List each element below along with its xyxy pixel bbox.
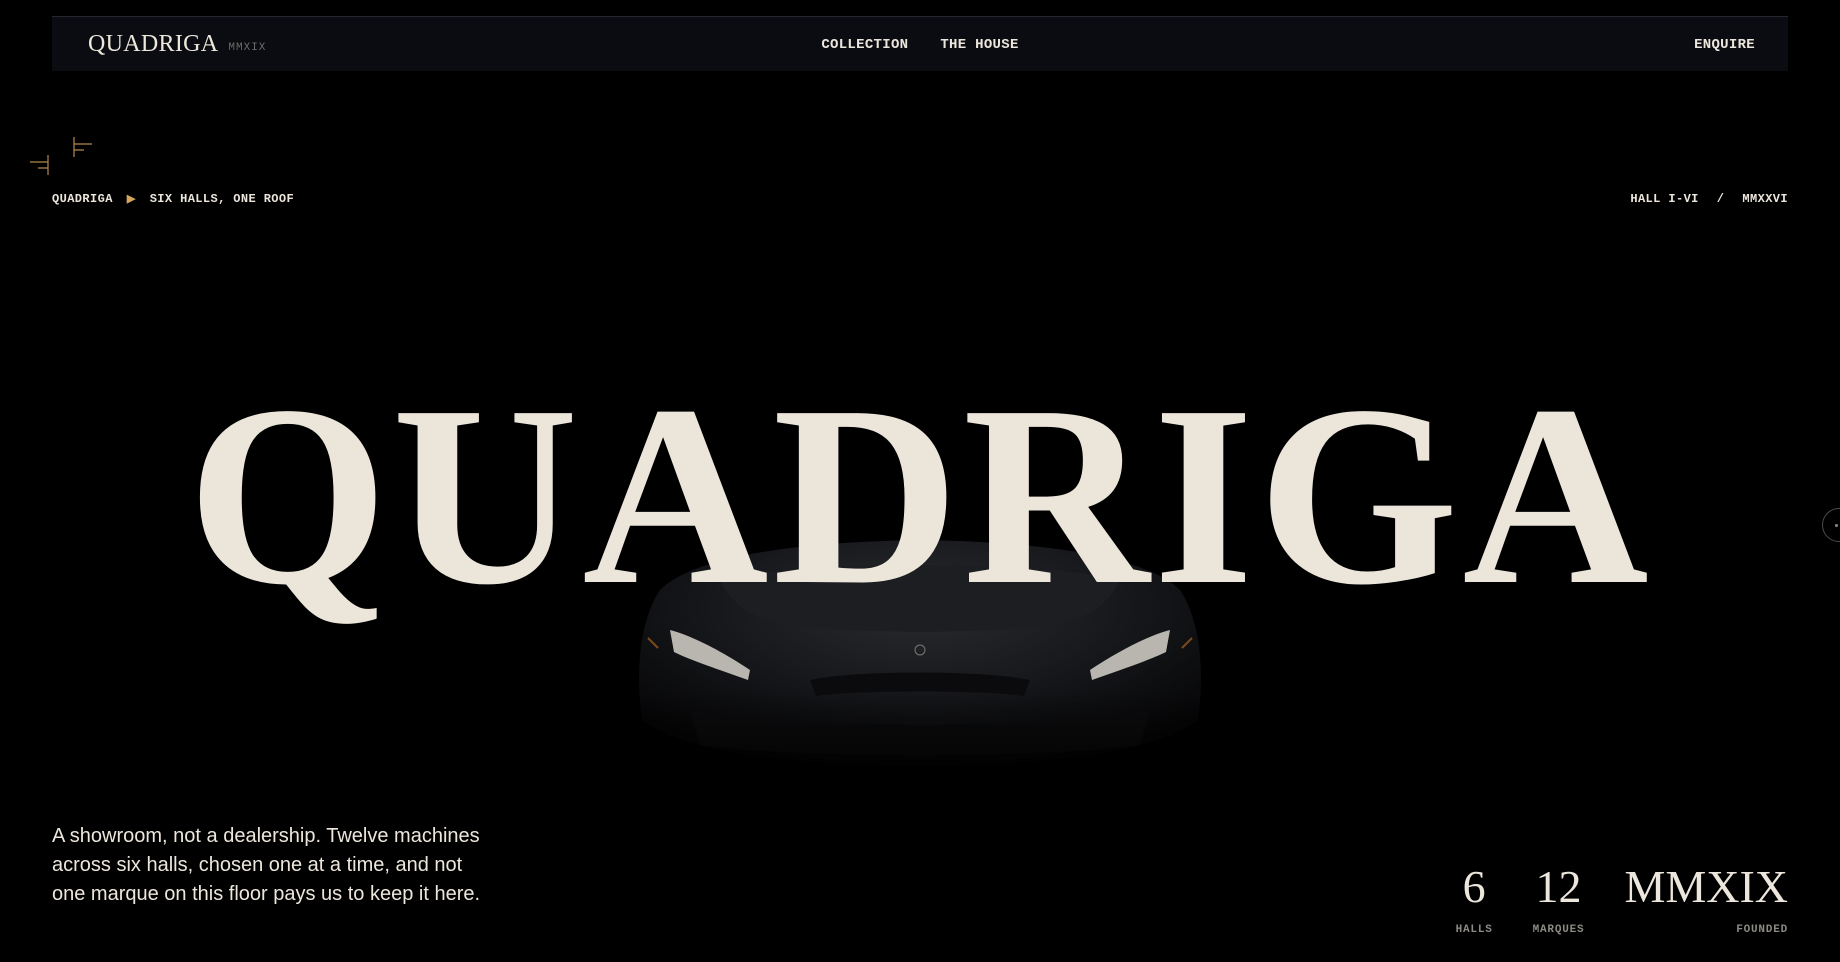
stat-founded: MMXIX FOUNDED	[1624, 861, 1788, 937]
meta-halls: HALL I-VI	[1630, 192, 1699, 206]
stats-row: 6 HALLS 12 MARQUES MMXIX FOUNDED	[1455, 861, 1788, 937]
breadcrumb-root[interactable]: QUADRIGA	[52, 192, 113, 206]
stat-marques: 12 MARQUES	[1532, 861, 1585, 937]
enquire-link[interactable]: ENQUIRE	[1694, 17, 1755, 72]
stat-label: HALLS	[1455, 924, 1493, 936]
brand-year: MMXIX	[228, 41, 267, 54]
top-nav: QUADRIGA MMXIX COLLECTION THE HOUSE ENQU…	[52, 16, 1788, 71]
stat-halls: 6 HALLS	[1455, 861, 1493, 937]
stat-label: MARQUES	[1532, 924, 1585, 936]
stat-value: 6	[1462, 861, 1486, 912]
brand-logo[interactable]: QUADRIGA MMXIX	[88, 17, 266, 72]
brand-name: QUADRIGA	[88, 31, 219, 57]
nav-links: COLLECTION THE HOUSE	[52, 17, 1788, 72]
play-arrow-icon: ▶	[126, 194, 136, 206]
stat-value: MMXIX	[1624, 861, 1788, 912]
corner-mark-icon	[73, 137, 92, 157]
breadcrumb: QUADRIGA ▶ SIX HALLS, ONE ROOF	[52, 192, 294, 206]
meta-year: MMXXVI	[1742, 192, 1788, 206]
nav-link-the-house[interactable]: THE HOUSE	[940, 37, 1018, 53]
intro-text: A showroom, not a dealership. Twelve mac…	[52, 825, 481, 905]
stat-value: 12	[1535, 861, 1582, 912]
hall-meta: HALL I-VI / MMXXVI	[1630, 192, 1788, 206]
hero-title: QUADRIGA	[187, 352, 1653, 638]
corner-mark-icon	[30, 155, 49, 175]
stat-label: FOUNDED	[1736, 924, 1788, 936]
breadcrumb-current: SIX HALLS, ONE ROOF	[149, 192, 295, 206]
meta-separator: /	[1716, 192, 1725, 206]
nav-link-collection[interactable]: COLLECTION	[821, 37, 908, 53]
